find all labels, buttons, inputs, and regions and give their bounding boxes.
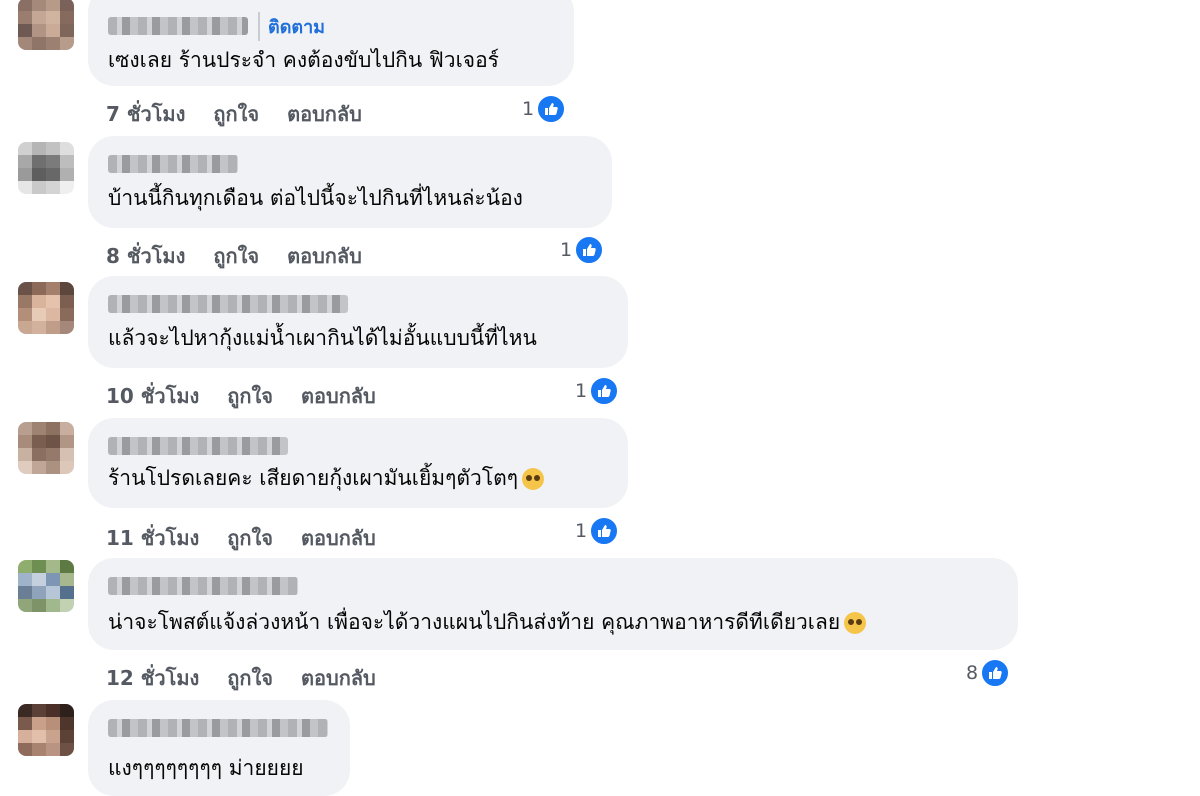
reaction-count[interactable]: 1 (575, 376, 620, 406)
comment-text-body: น่าจะโพสต์แจ้งล่วงหน้า เพื่อจะได้วางแผนไ… (108, 610, 841, 634)
like-button[interactable]: ถูกใจ (227, 380, 273, 412)
reply-button[interactable]: ตอบกลับ (287, 98, 362, 130)
comment-timestamp[interactable]: 8 ชั่วโมง (106, 240, 185, 272)
comment-text: แงๆๆๆๆๆๆๆๆ ม่ายยยย (108, 756, 304, 780)
reaction-count[interactable]: 1 (522, 94, 567, 124)
reaction-count[interactable]: 1 (560, 235, 605, 265)
thumbs-up-icon (589, 516, 620, 546)
comment-timestamp[interactable]: 12 ชั่วโมง (106, 662, 199, 694)
reaction-count[interactable]: 8 (966, 658, 1011, 688)
commenter-name[interactable] (108, 17, 248, 35)
comment-actions: 8 ชั่วโมง ถูกใจ ตอบกลับ (106, 240, 362, 272)
like-button[interactable]: ถูกใจ (213, 98, 259, 130)
like-count: 1 (522, 98, 535, 120)
reply-button[interactable]: ตอบกลับ (287, 240, 362, 272)
reply-button[interactable]: ตอบกลับ (301, 380, 376, 412)
comment-timestamp[interactable]: 10 ชั่วโมง (106, 380, 199, 412)
commenter-name[interactable] (108, 155, 238, 173)
comment-text-body: ร้านโปรดเลยคะ เสียดายกุ้งเผามันเยิ้มๆตัว… (108, 466, 519, 490)
comment-bubble: แล้วจะไปหากุ้งแม่น้ำเผากินได้ไม่อั้นแบบน… (88, 276, 628, 368)
comment-text: บ้านนี้กินทุกเดือน ต่อไปนี้จะไปกินที่ไหน… (108, 186, 523, 210)
avatar[interactable] (18, 422, 74, 474)
comment-actions: 7 ชั่วโมง ถูกใจ ตอบกลับ (106, 98, 362, 130)
comment-actions: 10 ชั่วโมง ถูกใจ ตอบกลับ (106, 380, 376, 412)
like-button[interactable]: ถูกใจ (213, 240, 259, 272)
thumbs-up-icon (536, 94, 567, 124)
commenter-name[interactable] (108, 437, 288, 455)
comment-bubble: แงๆๆๆๆๆๆๆๆ ม่ายยยย (88, 700, 350, 796)
comment-actions: 12 ชั่วโมง ถูกใจ ตอบกลับ (106, 662, 376, 694)
comment-bubble: ติดตาม เซงเลย ร้านประจำ คงต้องขับไปกิน ฟ… (88, 0, 574, 86)
pleading-face-icon (844, 612, 867, 634)
comment-text: เซงเลย ร้านประจำ คงต้องขับไปกิน ฟิวเจอร์ (108, 48, 499, 72)
comment-text: ร้านโปรดเลยคะ เสียดายกุ้งเผามันเยิ้มๆตัว… (108, 462, 545, 495)
reply-button[interactable]: ตอบกลับ (301, 662, 376, 694)
like-count: 8 (966, 662, 979, 684)
comment-timestamp[interactable]: 7 ชั่วโมง (106, 98, 185, 130)
thumbs-up-icon (574, 235, 605, 265)
follow-button[interactable]: ติดตาม (258, 11, 325, 41)
commenter-name[interactable] (108, 719, 328, 737)
comment-text: แล้วจะไปหากุ้งแม่น้ำเผากินได้ไม่อั้นแบบน… (108, 326, 537, 350)
avatar[interactable] (18, 0, 74, 50)
reply-button[interactable]: ตอบกลับ (301, 522, 376, 554)
comment-bubble: ร้านโปรดเลยคะ เสียดายกุ้งเผามันเยิ้มๆตัว… (88, 418, 628, 508)
comment-actions: 11 ชั่วโมง ถูกใจ ตอบกลับ (106, 522, 376, 554)
avatar[interactable] (18, 282, 74, 334)
like-button[interactable]: ถูกใจ (227, 662, 273, 694)
commenter-name[interactable] (108, 577, 298, 595)
avatar[interactable] (18, 142, 74, 194)
thumbs-up-icon (980, 658, 1011, 688)
comment-timestamp[interactable]: 11 ชั่วโมง (106, 522, 199, 554)
commenter-name[interactable] (108, 295, 348, 313)
reaction-count[interactable]: 1 (575, 516, 620, 546)
avatar[interactable] (18, 560, 74, 612)
like-count: 1 (575, 520, 588, 542)
comment-text: น่าจะโพสต์แจ้งล่วงหน้า เพื่อจะได้วางแผนไ… (108, 606, 867, 639)
comment-bubble: บ้านนี้กินทุกเดือน ต่อไปนี้จะไปกินที่ไหน… (88, 136, 612, 228)
thumbs-up-icon (589, 376, 620, 406)
pleading-face-icon (522, 468, 545, 490)
avatar[interactable] (18, 704, 74, 756)
like-button[interactable]: ถูกใจ (227, 522, 273, 554)
comment-bubble: น่าจะโพสต์แจ้งล่วงหน้า เพื่อจะได้วางแผนไ… (88, 558, 1018, 650)
like-count: 1 (560, 239, 573, 261)
like-count: 1 (575, 380, 588, 402)
